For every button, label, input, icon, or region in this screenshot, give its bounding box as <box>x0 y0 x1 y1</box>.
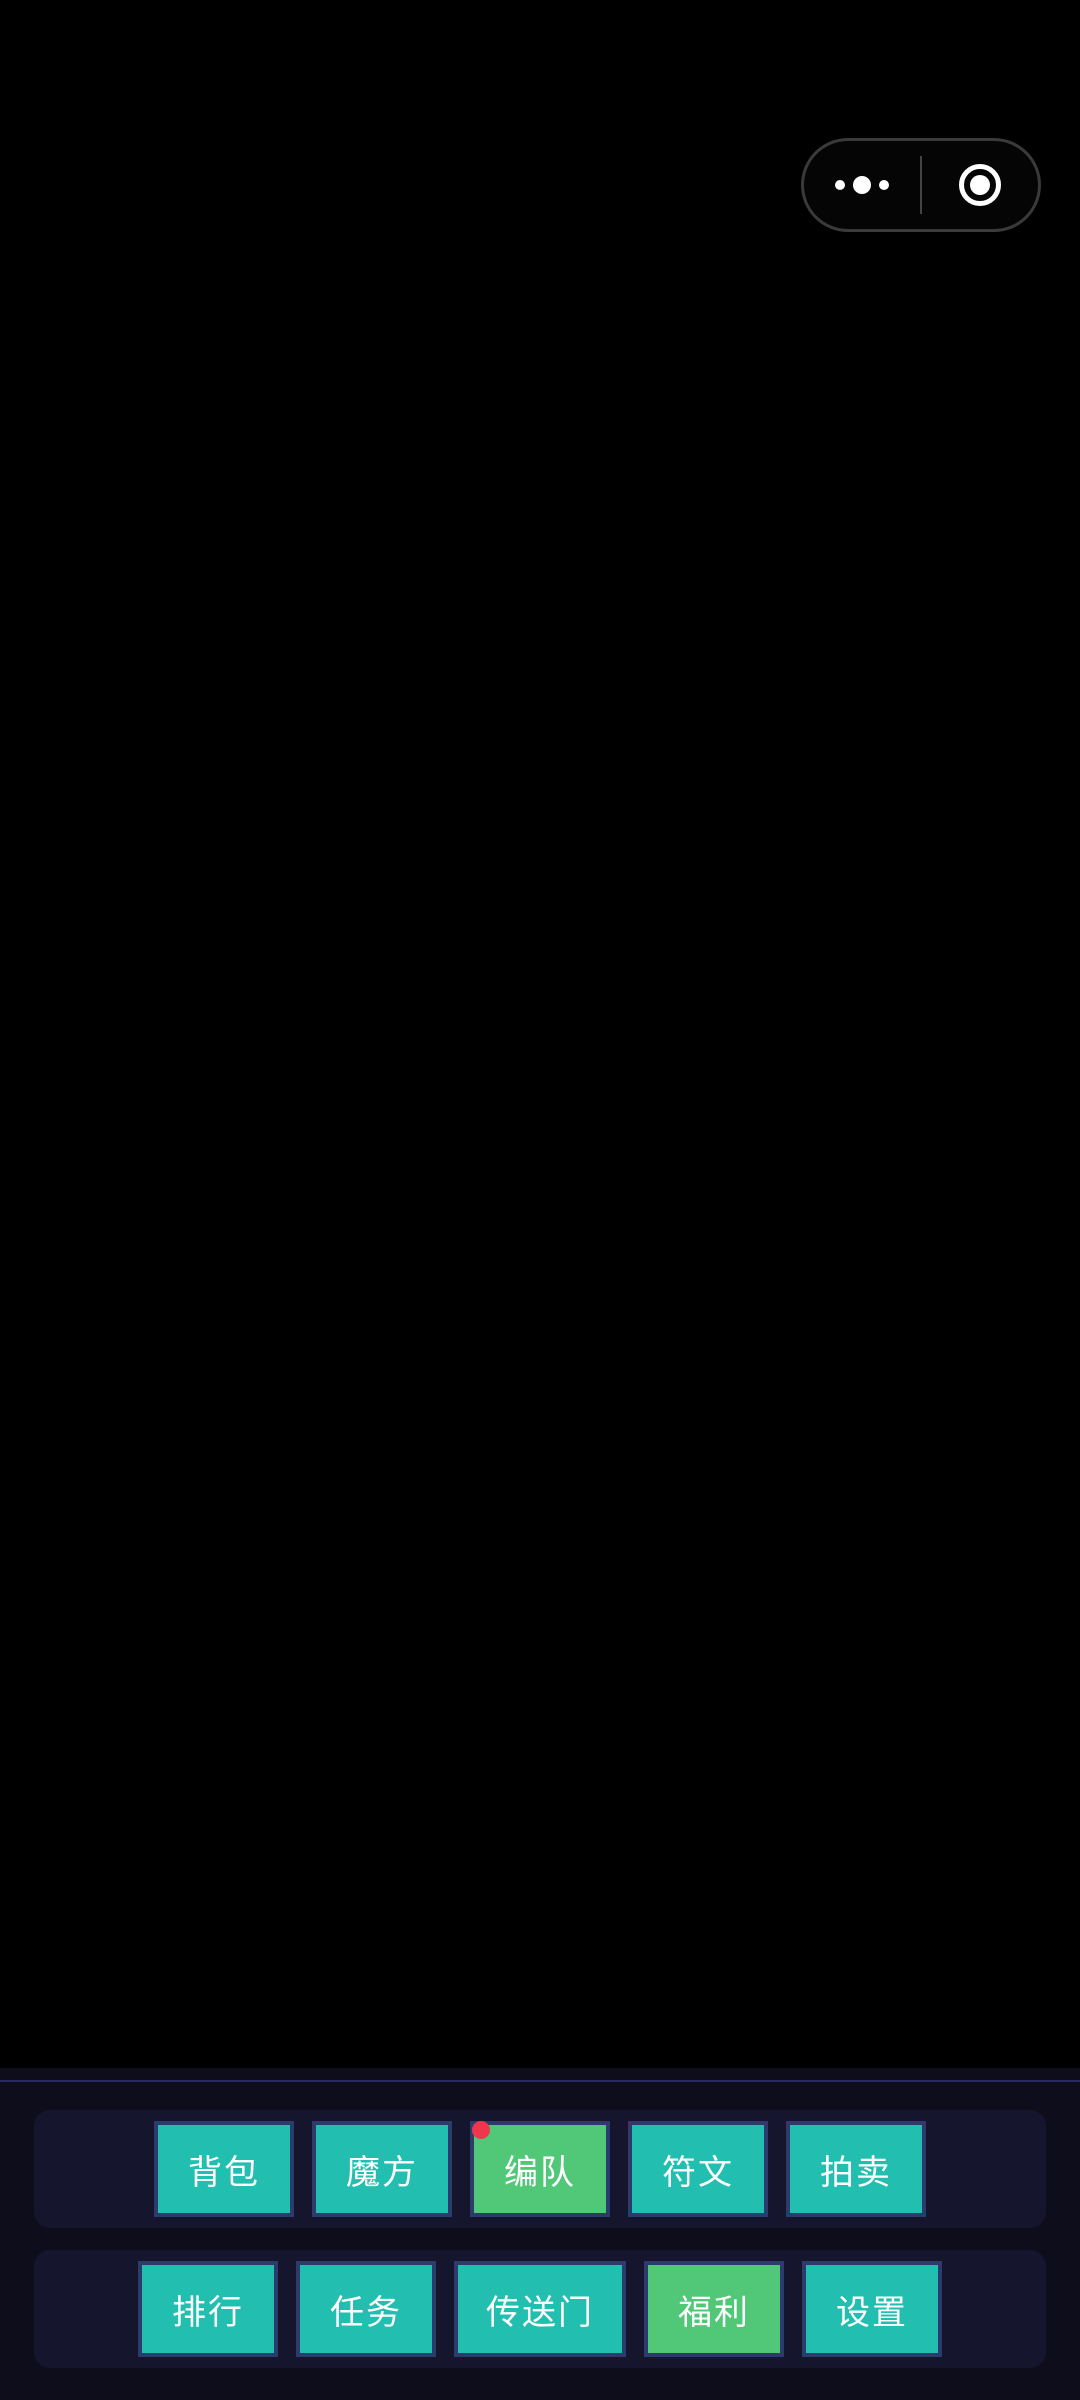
rune-button[interactable]: 符文 <box>628 2121 768 2217</box>
ranking-button[interactable]: 排行 <box>138 2261 278 2357</box>
bottom-divider <box>0 2080 1080 2082</box>
game-screen: 背包 魔方 编队 符文 拍卖 排行 任务 传送门 福利 设置 <box>0 0 1080 2400</box>
auction-button[interactable]: 拍卖 <box>786 2121 926 2217</box>
portal-button[interactable]: 传送门 <box>454 2261 626 2357</box>
more-menu-button[interactable] <box>804 141 920 229</box>
target-circle-icon <box>959 164 1002 206</box>
close-miniprogram-button[interactable] <box>922 141 1038 229</box>
menu-row-2: 排行 任务 传送门 福利 设置 <box>34 2250 1046 2368</box>
menu-row-1: 背包 魔方 编队 符文 拍卖 <box>34 2110 1046 2228</box>
more-dots-icon <box>834 176 889 194</box>
quest-button[interactable]: 任务 <box>296 2261 436 2357</box>
settings-button[interactable]: 设置 <box>802 2261 942 2357</box>
formation-button[interactable]: 编队 <box>470 2121 610 2217</box>
bag-button[interactable]: 背包 <box>154 2121 294 2217</box>
notification-dot <box>472 2121 490 2139</box>
formation-button-label: 编队 <box>504 2152 576 2193</box>
welfare-button[interactable]: 福利 <box>644 2261 784 2357</box>
miniprogram-capsule <box>801 138 1041 232</box>
cube-button[interactable]: 魔方 <box>312 2121 452 2217</box>
